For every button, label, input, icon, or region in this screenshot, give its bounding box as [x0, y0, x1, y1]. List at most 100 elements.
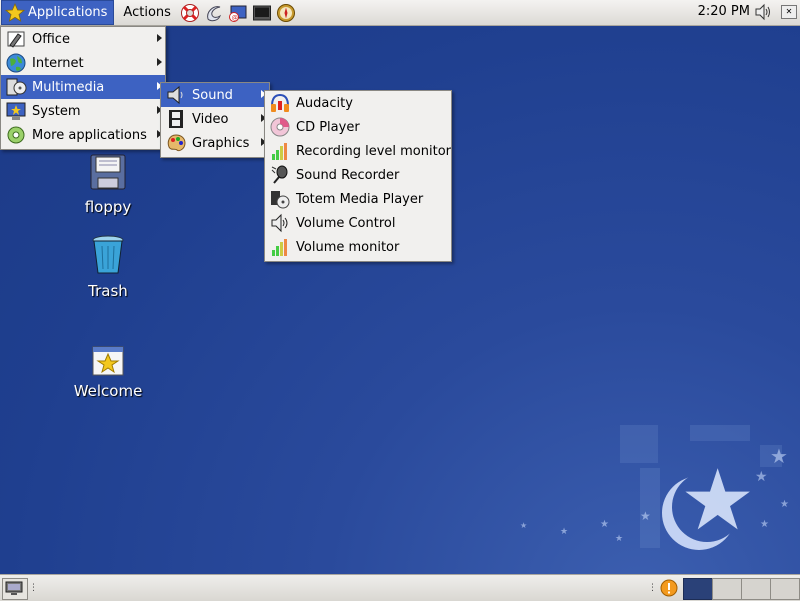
- volume-speaker-icon: [755, 3, 770, 21]
- menu-item-label: Internet: [32, 55, 84, 71]
- level-meter-icon: [268, 140, 292, 162]
- star-decoration: ★: [770, 444, 788, 468]
- panel-tray-button[interactable]: ✕: [781, 5, 797, 19]
- menu-item-graphics[interactable]: Graphics: [161, 131, 269, 155]
- office-icon: [4, 28, 28, 50]
- help-launcher[interactable]: [179, 2, 201, 24]
- star-decoration: ★: [615, 534, 624, 544]
- star-decoration: ★: [755, 469, 768, 485]
- star-decoration: ★: [760, 519, 769, 530]
- menu-item-video[interactable]: Video: [161, 107, 269, 131]
- multimedia-submenu: Sound Video Graphics: [160, 82, 270, 158]
- speaker-volume-icon: [268, 212, 292, 234]
- menu-item-cd-player[interactable]: CD Player: [265, 115, 451, 139]
- menu-item-system[interactable]: System: [1, 99, 165, 123]
- menu-item-label: Video: [192, 111, 229, 127]
- system-icon: [4, 100, 28, 122]
- star-decoration: ★: [600, 519, 609, 530]
- cd-icon: [268, 116, 292, 138]
- menu-item-label: Totem Media Player: [296, 191, 424, 207]
- applications-menu-label: Applications: [28, 5, 108, 20]
- speaker-icon: [164, 84, 188, 106]
- level-meter-icon: [268, 236, 292, 258]
- submenu-arrow-icon: [157, 34, 162, 42]
- film-reel-icon: [268, 188, 292, 210]
- star-decoration: ★: [560, 527, 569, 537]
- show-desktop-icon: [5, 581, 23, 595]
- palette-icon: [164, 132, 188, 154]
- menu-item-internet[interactable]: Internet: [1, 51, 165, 75]
- menu-item-label: Volume monitor: [296, 239, 400, 255]
- desktop-icon-welcome[interactable]: Welcome: [68, 346, 148, 400]
- menu-item-label: More applications: [32, 127, 147, 143]
- actions-menu-label: Actions: [123, 5, 171, 20]
- desktop-icon-label: Welcome: [73, 382, 143, 400]
- microphone-icon: [268, 164, 292, 186]
- menu-item-label: CD Player: [296, 119, 360, 135]
- background-decoration: [620, 425, 658, 463]
- actions-menu-button[interactable]: Actions: [120, 1, 177, 24]
- volume-applet[interactable]: [754, 3, 772, 25]
- menu-item-label: Sound Recorder: [296, 167, 400, 183]
- star-decoration: ★: [680, 451, 756, 549]
- star-decoration: ★: [520, 521, 528, 530]
- show-desktop-button[interactable]: [2, 578, 28, 600]
- desktop-icon-trash[interactable]: Trash: [72, 234, 144, 300]
- workspace-3[interactable]: [741, 578, 771, 600]
- applications-menu-button[interactable]: Applications: [1, 0, 115, 25]
- web-browser-icon: [207, 5, 221, 21]
- internet-globe-icon: [4, 52, 28, 74]
- email-launcher[interactable]: @: [227, 2, 249, 24]
- workspace-2[interactable]: [712, 578, 742, 600]
- compass-launcher[interactable]: [275, 2, 297, 24]
- background-decoration: [690, 425, 750, 441]
- update-notifier[interactable]: [660, 579, 678, 597]
- menu-item-label: Graphics: [192, 135, 250, 151]
- star-decoration: ★: [640, 509, 651, 523]
- submenu-arrow-icon: [157, 58, 162, 66]
- terminal-launcher[interactable]: [251, 2, 273, 24]
- menu-item-recording-level-monitor[interactable]: Recording level monitor: [265, 139, 451, 163]
- help-lifebuoy-icon: [180, 3, 199, 22]
- panel-handle-icon[interactable]: ⋮: [648, 583, 657, 593]
- menu-item-multimedia[interactable]: Multimedia: [1, 75, 165, 99]
- svg-text:@: @: [232, 14, 238, 21]
- alert-icon: [660, 579, 678, 597]
- menu-item-label: Sound: [192, 87, 233, 103]
- menu-item-audacity[interactable]: Audacity: [265, 91, 451, 115]
- top-panel: Applications Actions @ 2:20 PM ✕: [0, 0, 800, 26]
- menu-item-label: Volume Control: [296, 215, 396, 231]
- workspace-1[interactable]: [683, 578, 713, 600]
- sound-submenu: Audacity CD Player Recording level monit…: [264, 90, 452, 262]
- bottom-panel: ⋮ ⋮: [0, 574, 800, 601]
- desktop-icon-floppy[interactable]: floppy: [72, 152, 144, 216]
- star-decoration: ★: [780, 499, 789, 510]
- background-decoration: [640, 468, 660, 548]
- menu-item-office[interactable]: Office: [1, 27, 165, 51]
- floppy-icon: [90, 154, 126, 190]
- multimedia-icon: [4, 76, 28, 98]
- workspace-4[interactable]: [770, 578, 800, 600]
- menu-item-totem-media-player[interactable]: Totem Media Player: [265, 187, 451, 211]
- menu-item-sound-recorder[interactable]: Sound Recorder: [265, 163, 451, 187]
- menu-item-label: System: [32, 103, 81, 119]
- menu-item-label: Recording level monitor: [295, 143, 451, 159]
- welcome-star-icon: [92, 346, 124, 376]
- terminal-icon: [252, 5, 271, 20]
- menu-item-label: Multimedia: [32, 79, 105, 95]
- compass-icon: [276, 3, 295, 22]
- applications-menu: Office Internet Multimedia System More a…: [0, 26, 166, 150]
- menu-item-volume-control[interactable]: Volume Control: [265, 211, 451, 235]
- panel-clock[interactable]: 2:20 PM: [698, 4, 750, 19]
- web-browser-launcher[interactable]: [203, 2, 225, 24]
- desktop-icon-label: floppy: [84, 198, 132, 216]
- menu-item-sound[interactable]: Sound: [161, 83, 269, 107]
- panel-handle-icon[interactable]: ⋮: [29, 583, 38, 593]
- menu-item-volume-monitor[interactable]: Volume monitor: [265, 235, 451, 259]
- menu-item-label: Audacity: [296, 95, 353, 111]
- film-icon: [164, 108, 188, 130]
- more-applications-icon: [4, 124, 28, 146]
- menu-item-more-applications[interactable]: More applications: [1, 123, 165, 147]
- desktop-icon-label: Trash: [88, 282, 128, 300]
- email-icon: @: [228, 5, 247, 22]
